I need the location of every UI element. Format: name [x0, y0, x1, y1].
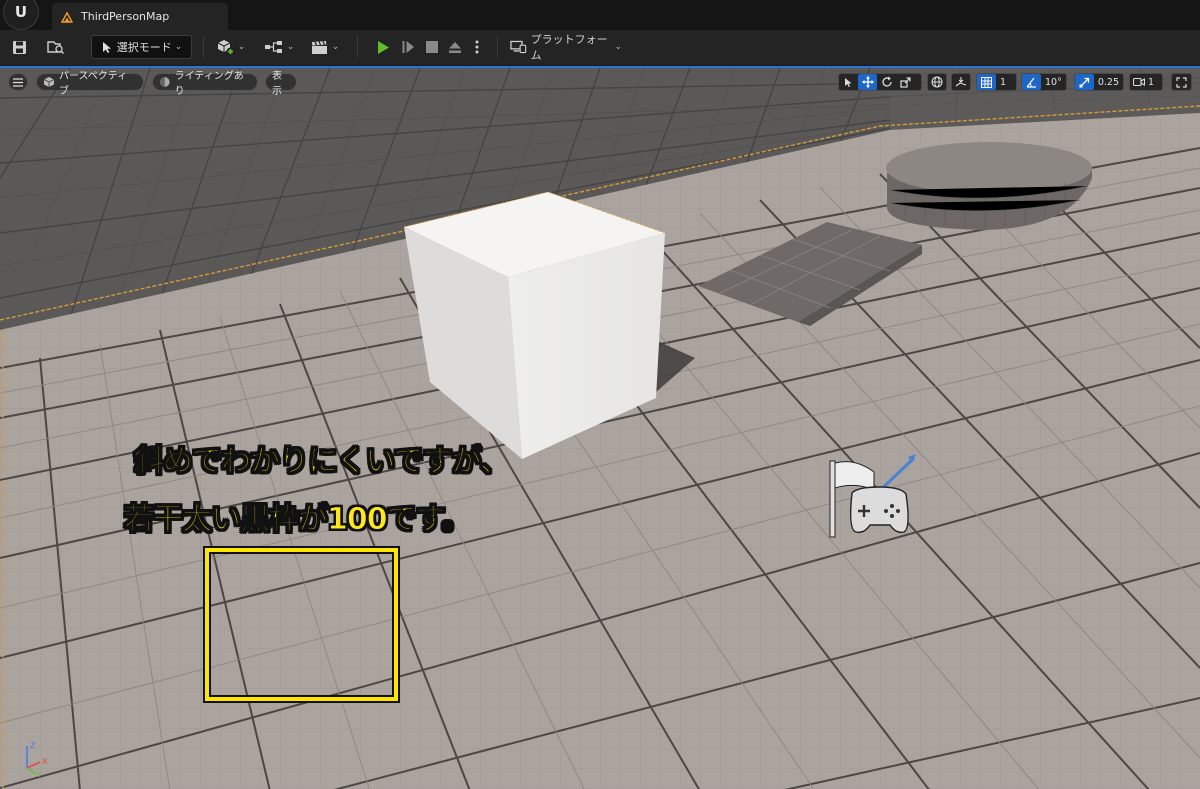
scale-icon — [900, 76, 911, 88]
main-toolbar: 選択モード ⌄ ⌄ ⌄ ⌄ プラットフォーム ⌄ — [0, 30, 1200, 66]
level-viewport[interactable]: パースペクティブ ライティングあり 表示 1 10° 0.25 1 斜めでわかり… — [0, 66, 1200, 789]
surface-snapping-button[interactable] — [951, 73, 971, 91]
editor-window: U ThirdPersonMap 選択モード ⌄ ⌄ ⌄ ⌄ プラットフォーム … — [0, 0, 1200, 789]
view-mode-dropdown[interactable]: ライティングあり — [152, 71, 258, 97]
platforms-label: プラットフォーム — [530, 33, 608, 62]
eject-button[interactable] — [445, 35, 465, 59]
eject-icon — [449, 41, 461, 53]
add-actor-button[interactable]: ⌄ — [214, 35, 248, 59]
toolbar-divider — [497, 36, 498, 58]
camera-speed-value: 1 — [1148, 76, 1155, 88]
show-label: 表示 — [272, 71, 282, 97]
viewport-menu-button[interactable] — [8, 73, 28, 91]
annotation-line-2: 若干太い黒枠が100です。 — [124, 502, 473, 538]
stop-button[interactable] — [422, 35, 442, 59]
level-icon — [61, 11, 73, 23]
play-options-button[interactable] — [469, 35, 485, 59]
camera-icon — [1132, 77, 1145, 87]
play-icon — [378, 40, 389, 54]
selection-mode-label: 選択モード — [116, 41, 172, 54]
hamburger-icon — [13, 77, 23, 87]
perspective-dropdown[interactable]: パースペクティブ — [36, 71, 144, 97]
grid-snap-toggle[interactable] — [977, 74, 996, 90]
chevron-down-icon: ⌄ — [286, 42, 295, 52]
play-button[interactable] — [372, 35, 394, 59]
cursor-icon — [845, 77, 852, 87]
clapperboard-icon — [311, 40, 327, 54]
blueprint-icon — [264, 41, 282, 53]
rotation-snap-control[interactable]: 10° — [1021, 73, 1067, 91]
kebab-menu-icon — [475, 40, 479, 54]
platform-icon — [510, 40, 527, 54]
lit-sphere-icon — [159, 77, 170, 87]
globe-icon — [931, 76, 943, 88]
surface-snap-icon — [955, 77, 967, 87]
add-actor-icon — [217, 39, 235, 55]
chevron-down-icon: ⌄ — [174, 42, 183, 52]
translate-tool-button[interactable] — [858, 74, 877, 90]
show-dropdown[interactable]: 表示 — [265, 71, 297, 97]
stop-icon — [426, 41, 438, 53]
advance-frame-button[interactable] — [398, 35, 418, 59]
cinematics-button[interactable]: ⌄ — [308, 35, 342, 59]
toolbar-divider — [357, 36, 358, 58]
highlight-box — [203, 546, 400, 703]
logo-text: U — [14, 3, 28, 21]
grid-snap-control[interactable]: 1 — [976, 73, 1017, 91]
camera-speed-control[interactable]: 1 — [1129, 73, 1163, 91]
save-button[interactable] — [8, 35, 30, 59]
grid-icon — [981, 76, 992, 88]
scale-snap-toggle[interactable] — [1075, 74, 1094, 90]
transform-tools — [838, 73, 922, 91]
level-tab[interactable]: ThirdPersonMap — [52, 3, 228, 30]
coordinate-system-button[interactable] — [927, 73, 947, 91]
scale-tool-button[interactable] — [896, 74, 915, 90]
chevron-down-icon: ⌄ — [331, 42, 340, 52]
chevron-down-icon: ⌄ — [614, 42, 622, 52]
content-browser-button[interactable] — [44, 35, 68, 59]
blueprint-button[interactable]: ⌄ — [262, 35, 296, 59]
selection-mode-dropdown[interactable]: 選択モード ⌄ — [91, 35, 192, 59]
content-browser-icon — [47, 41, 65, 55]
axis-x-label: X — [42, 757, 48, 766]
select-tool-button[interactable] — [839, 74, 858, 90]
level-tab-label: ThirdPersonMap — [81, 10, 170, 23]
axis-gizmo: Z X Y — [26, 741, 48, 778]
move-arrows-icon — [861, 76, 874, 88]
axis-y-label: Y — [36, 770, 42, 778]
save-icon — [12, 40, 26, 54]
viewport-scene[interactable] — [0, 68, 1200, 789]
grid-snap-value: 1 — [1000, 76, 1007, 88]
lighting-label: ライティングあり — [174, 71, 244, 97]
platforms-dropdown[interactable]: プラットフォーム ⌄ — [510, 33, 622, 62]
chevron-down-icon: ⌄ — [237, 42, 246, 52]
step-forward-icon — [402, 41, 414, 53]
rotation-snap-toggle[interactable] — [1022, 74, 1041, 90]
angle-icon — [1026, 77, 1036, 88]
cursor-icon — [102, 41, 111, 53]
axis-z-label: Z — [30, 741, 36, 750]
perspective-label: パースペクティブ — [58, 71, 128, 97]
cube-icon — [43, 77, 55, 87]
unreal-logo[interactable]: U — [3, 0, 39, 30]
rotate-icon — [881, 76, 892, 87]
annotation-line-1: 斜めでわかりにくいですが、 — [134, 444, 511, 480]
rotation-snap-value: 10° — [1045, 76, 1062, 88]
maximize-icon — [1176, 76, 1187, 88]
maximize-viewport-button[interactable] — [1171, 73, 1192, 91]
toolbar-divider — [203, 36, 204, 58]
title-bar: U ThirdPersonMap — [0, 0, 1200, 30]
scale-snap-value: 0.25 — [1097, 76, 1119, 88]
scale-arrow-icon — [1079, 77, 1090, 87]
scale-snap-control[interactable]: 0.25 — [1074, 73, 1124, 91]
rotate-tool-button[interactable] — [877, 74, 896, 90]
